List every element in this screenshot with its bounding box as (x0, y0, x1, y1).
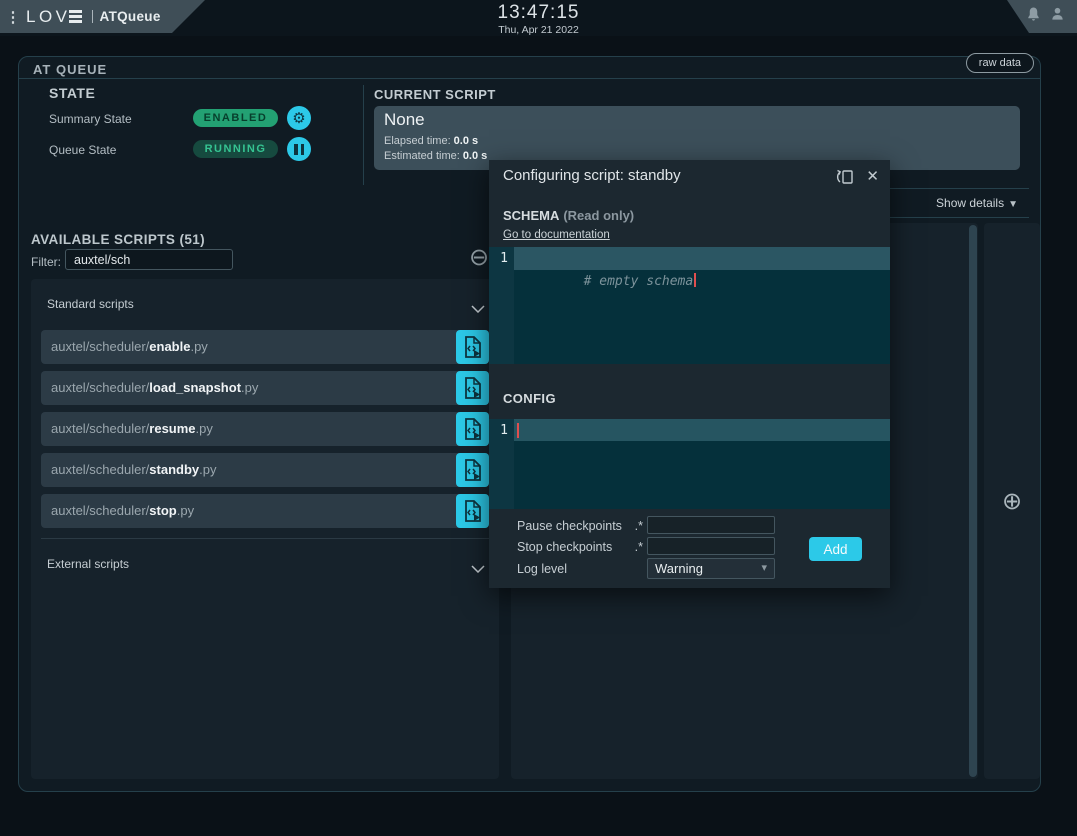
navbar-right-panel (983, 0, 1077, 33)
launch-script-button[interactable] (456, 453, 489, 487)
panel-title: AT QUEUE (33, 62, 107, 77)
script-path: auxtel/scheduler/stop.py (51, 494, 194, 528)
dropdown-arrow-icon: ▾ (761, 559, 767, 578)
clock-time: 13:47:15 (498, 2, 580, 24)
text-caret (694, 273, 696, 287)
config-code-editor[interactable]: 1 (489, 419, 890, 509)
schema-readonly-note: (Read only) (563, 208, 634, 223)
script-path: auxtel/scheduler/resume.py (51, 412, 213, 446)
documentation-link[interactable]: Go to documentation (503, 229, 610, 241)
raw-data-button[interactable]: raw data (966, 53, 1034, 73)
schema-code-editor: 1 # empty schema (489, 247, 890, 364)
summary-state-config-button[interactable]: ⚙ (287, 106, 311, 130)
log-level-value: Warning (655, 559, 703, 578)
script-row[interactable]: auxtel/scheduler/stop.py (41, 494, 489, 528)
current-script-name: None (384, 110, 425, 130)
user-icon[interactable] (1050, 6, 1065, 27)
elapsed-time-label: Elapsed time: (384, 135, 451, 147)
external-scripts-header[interactable]: External scripts (47, 557, 129, 571)
estimated-time-label: Estimated time: (384, 150, 460, 162)
add-button[interactable]: Add (809, 537, 862, 561)
pause-checkpoints-hint: .* (617, 519, 643, 533)
collapsed-column-panel: ⊕ (984, 223, 1040, 779)
logo-e-bars-icon (69, 10, 82, 23)
queue-state-badge: RUNNING (193, 140, 278, 158)
line-number: 1 (489, 247, 508, 270)
estimated-time-value: 0.0 s (463, 150, 487, 162)
log-level-label: Log level (517, 562, 567, 576)
script-launch-icon (464, 377, 482, 399)
pause-queue-button[interactable] (287, 137, 311, 161)
launch-script-button[interactable] (456, 330, 489, 364)
available-scripts-title: AVAILABLE SCRIPTS (51) (31, 232, 205, 247)
pause-icon (294, 144, 304, 155)
collapse-column-icon[interactable]: ⊖ (469, 243, 489, 272)
script-row[interactable]: auxtel/scheduler/resume.py (41, 412, 489, 446)
show-details-label: Show details (936, 196, 1004, 210)
notifications-bell-icon[interactable] (1026, 6, 1041, 27)
line-number: 1 (489, 419, 508, 442)
pause-checkpoints-input[interactable] (647, 516, 775, 534)
filter-label: Filter: (31, 255, 61, 269)
love-logo: LOV (26, 7, 71, 27)
scrollbar-thumb[interactable] (969, 225, 977, 777)
script-launch-icon (464, 459, 482, 481)
state-section-title: STATE (49, 85, 95, 101)
script-row[interactable]: auxtel/scheduler/standby.py (41, 453, 489, 487)
app-title: ATQueue (100, 9, 161, 24)
elapsed-time-row: Elapsed time:0.0 s (384, 135, 478, 147)
clock: 13:47:15 Thu, Apr 21 2022 (498, 2, 580, 36)
script-path: auxtel/scheduler/enable.py (51, 330, 208, 364)
show-details-toggle[interactable]: Show details ▼ (936, 196, 1018, 210)
stop-checkpoints-input[interactable] (647, 537, 775, 555)
text-caret (517, 423, 519, 438)
pause-checkpoints-label: Pause checkpoints (517, 519, 622, 533)
state-divider (363, 85, 364, 185)
show-details-arrow-icon: ▼ (1008, 199, 1018, 210)
expand-column-icon[interactable]: ⊕ (1002, 487, 1022, 516)
gear-icon: ⚙ (292, 111, 305, 126)
estimated-time-row: Estimated time:0.0 s (384, 150, 487, 162)
schema-title: SCHEMA (503, 208, 559, 223)
script-launch-icon (464, 418, 482, 440)
summary-state-badge: ENABLED (193, 109, 278, 127)
script-launch-icon (464, 336, 482, 358)
schema-section-title: SCHEMA (Read only) (503, 208, 634, 223)
script-launch-icon (464, 500, 482, 522)
launch-script-button[interactable] (456, 494, 489, 528)
queue-state-label: Queue State (49, 143, 116, 157)
launch-script-button[interactable] (456, 412, 489, 446)
navbar-divider (92, 10, 93, 23)
clock-date: Thu, Apr 21 2022 (498, 24, 580, 36)
stop-checkpoints-hint: .* (617, 540, 643, 554)
resize-icon[interactable] (836, 169, 854, 190)
summary-state-label: Summary State (49, 112, 132, 126)
script-path: auxtel/scheduler/load_snapshot.py (51, 371, 258, 405)
scripts-group-divider (41, 538, 489, 539)
stop-checkpoints-label: Stop checkpoints (517, 540, 612, 554)
filter-input[interactable] (65, 249, 233, 270)
modal-title: Configuring script: standby (503, 167, 681, 184)
elapsed-time-value: 0.0 s (454, 135, 478, 147)
config-section-title: CONFIG (503, 391, 556, 406)
schema-code-line: # empty schema (521, 247, 696, 316)
chevron-down-icon[interactable] (471, 560, 485, 578)
love-atqueue-screen: ⋮ LOV ATQueue 13:47:15 Thu, Apr 21 2022 … (0, 0, 1077, 836)
current-script-title: CURRENT SCRIPT (374, 87, 496, 102)
menu-icon[interactable]: ⋮ (0, 8, 26, 26)
close-icon[interactable]: ✕ (866, 167, 879, 185)
script-path: auxtel/scheduler/standby.py (51, 453, 216, 487)
navbar-left-panel: ⋮ LOV ATQueue (0, 0, 212, 33)
launch-script-button[interactable] (456, 371, 489, 405)
script-row[interactable]: auxtel/scheduler/load_snapshot.py (41, 371, 489, 405)
active-line-highlight (514, 419, 890, 441)
top-navbar: ⋮ LOV ATQueue 13:47:15 Thu, Apr 21 2022 (0, 0, 1077, 36)
log-level-select[interactable]: Warning ▾ (647, 558, 775, 579)
panel-header-divider (19, 78, 1040, 79)
script-row[interactable]: auxtel/scheduler/enable.py (41, 330, 489, 364)
chevron-down-icon[interactable] (471, 300, 485, 318)
available-scripts-panel: Standard scripts auxtel/scheduler/enable… (31, 279, 499, 779)
standard-scripts-header[interactable]: Standard scripts (47, 297, 134, 311)
configure-script-modal: Configuring script: standby ✕ SCHEMA (Rea… (489, 160, 890, 588)
